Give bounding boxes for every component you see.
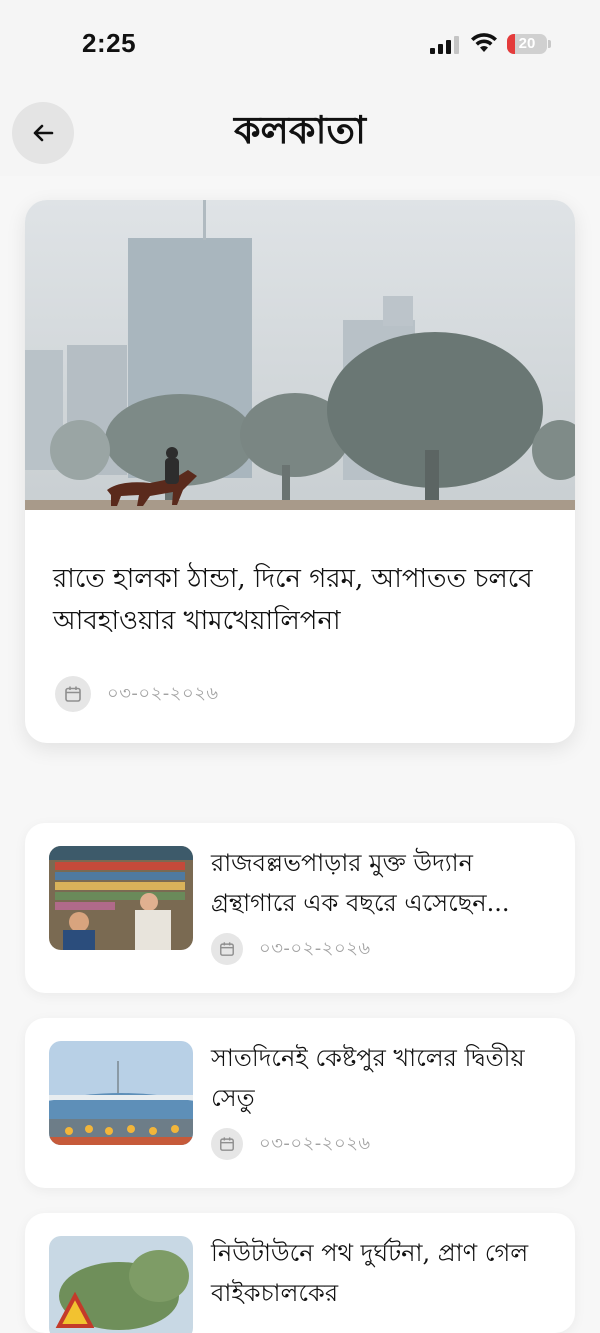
page-title: কলকাতা — [233, 107, 367, 152]
status-time: 2:25 — [82, 28, 137, 58]
article-title: রাজবল্লভপাড়ার মুক্ত উদ্যান গ্রন্থাগারে … — [211, 849, 510, 917]
featured-article-image — [25, 200, 575, 510]
article-date-row: ০৩-০২-২০২৬ — [211, 1128, 371, 1160]
article-date: ০৩-০২-২০২৬ — [259, 937, 371, 959]
app-header: কলকাতা — [0, 90, 600, 176]
article-date: ০৩-০২-২০২৬ — [259, 1132, 371, 1154]
arrow-left-icon — [33, 124, 54, 142]
article-thumbnail — [49, 1236, 193, 1333]
calendar-icon — [211, 933, 243, 965]
featured-article-card[interactable]: রাতে হালকা ঠান্ডা, দিনে গরম, আপাতত চলবে … — [25, 200, 575, 743]
featured-date-row: ০৩-০২-২০২৬ — [55, 676, 219, 712]
featured-article-title: রাতে হালকা ঠান্ডা, দিনে গরম, আপাতত চলবে … — [53, 564, 533, 636]
calendar-icon — [211, 1128, 243, 1160]
wifi-icon — [471, 33, 497, 52]
back-button[interactable] — [12, 102, 74, 164]
battery-tip — [548, 40, 551, 48]
article-thumbnail — [49, 846, 193, 950]
article-date-row: ০৩-০২-২০২৬ — [211, 933, 371, 965]
article-card[interactable]: রাজবল্লভপাড়ার মুক্ত উদ্যান গ্রন্থাগারে … — [25, 823, 575, 993]
cellular-signal-icon — [430, 36, 459, 54]
battery-percentage: 20 — [518, 35, 536, 52]
battery-icon: 20 — [507, 34, 547, 54]
article-card[interactable]: নিউটাউনে পথ দুর্ঘটনা, প্রাণ গেল বাইকচালক… — [25, 1213, 575, 1333]
article-title: সাতদিনেই কেষ্টপুর খালের দ্বিতীয় সেতু — [211, 1044, 525, 1112]
calendar-icon — [55, 676, 91, 712]
article-card[interactable]: সাতদিনেই কেষ্টপুর খালের দ্বিতীয় সেতু ০৩… — [25, 1018, 575, 1188]
article-title: নিউটাউনে পথ দুর্ঘটনা, প্রাণ গেল বাইকচালক… — [211, 1239, 529, 1307]
featured-article-date: ০৩-০২-২০২৬ — [107, 682, 219, 704]
status-bar: 2:25 20 — [0, 0, 600, 90]
article-thumbnail — [49, 1041, 193, 1145]
